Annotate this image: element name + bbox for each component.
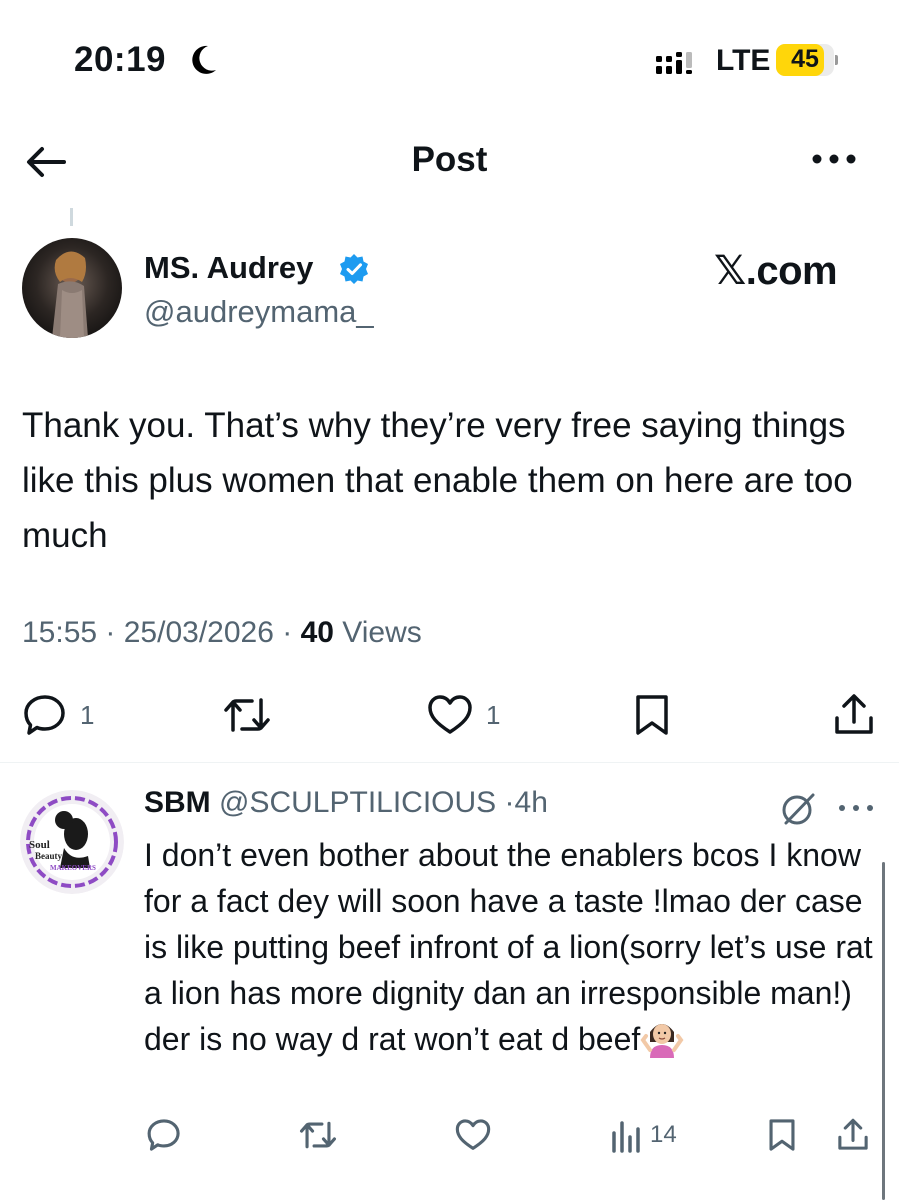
share-button[interactable]: [832, 690, 876, 740]
meta-separator: ·: [504, 786, 515, 819]
views-button[interactable]: 14: [610, 1112, 677, 1158]
x-watermark: 𝕏.com: [714, 249, 838, 293]
signal-icon: [656, 52, 692, 74]
grok-icon[interactable]: [780, 790, 818, 828]
bookmark-icon: [636, 695, 668, 735]
post-actions: 1 1: [0, 690, 899, 740]
avatar-logo-text: Soul: [29, 839, 50, 851]
status-bar: 20:19 LTE 45: [0, 0, 899, 120]
verified-badge-icon: [340, 254, 368, 284]
bookmark-button[interactable]: [632, 690, 672, 740]
reply-actions: 14: [0, 1112, 899, 1158]
views-count: 14: [650, 1121, 677, 1148]
repost-icon: [299, 1121, 336, 1149]
reply-button[interactable]: [146, 1112, 182, 1158]
status-time: 20:19: [74, 40, 167, 79]
bookmark-icon: [769, 1119, 795, 1151]
post-text: Thank you. That’s why they’re very free …: [22, 406, 853, 555]
page-title: Post: [411, 140, 488, 179]
top-header: Post: [0, 120, 899, 200]
repost-icon: [224, 698, 270, 732]
avatar-logo-text: Beauty: [35, 851, 63, 861]
like-icon: [455, 1119, 491, 1150]
battery-level: 45: [791, 45, 819, 73]
like-button[interactable]: 1: [426, 690, 500, 740]
more-icon[interactable]: [808, 144, 860, 174]
reply-icon: [24, 695, 65, 735]
more-icon[interactable]: [836, 800, 876, 816]
reply-author-handle[interactable]: @SCULPTILICIOUS: [219, 786, 505, 819]
share-icon: [838, 1118, 868, 1150]
reply-header: SBM @SCULPTILICIOUS ·4h: [144, 786, 548, 820]
reply-button[interactable]: 1: [22, 690, 94, 740]
avatar[interactable]: [22, 238, 122, 338]
reply-text: I don’t even bother about the enablers b…: [144, 832, 879, 1062]
author-name[interactable]: MS. Audrey: [144, 250, 313, 286]
like-count: 1: [486, 699, 501, 730]
views-label[interactable]: Views: [342, 616, 421, 649]
views-count[interactable]: 40: [301, 616, 334, 649]
avatar-logo-text: MAKEOVERS: [50, 864, 96, 872]
post-meta: 15:55 · 25/03/2026 · 40 Views: [22, 616, 422, 650]
reply-time[interactable]: 4h: [515, 786, 548, 819]
like-button[interactable]: [454, 1112, 492, 1158]
thread-connector: [70, 208, 73, 226]
battery-icon: 45: [776, 44, 838, 76]
share-icon: [835, 694, 873, 734]
reply-text-body: I don’t even bother about the enablers b…: [144, 837, 873, 1057]
reply-author-name[interactable]: SBM: [144, 786, 219, 819]
repost-button[interactable]: [222, 690, 272, 740]
author-handle[interactable]: @audreymama_: [144, 294, 374, 330]
scrollbar[interactable]: [882, 862, 885, 1200]
post-date[interactable]: 25/03/2026: [124, 616, 274, 649]
like-icon: [428, 695, 472, 734]
repost-button[interactable]: [298, 1112, 338, 1158]
meta-separator: ·: [105, 616, 124, 649]
post-time[interactable]: 15:55: [22, 616, 97, 649]
shrug-emoji-icon: [640, 1024, 684, 1058]
reply-icon: [147, 1119, 180, 1151]
avatar[interactable]: Soul Beauty MAKEOVERS: [20, 790, 124, 894]
share-button[interactable]: [836, 1112, 870, 1158]
divider: [0, 762, 899, 763]
reply-count: 1: [80, 699, 95, 730]
bookmark-button[interactable]: [766, 1112, 798, 1158]
moon-icon: [192, 45, 216, 74]
views-icon: [612, 1121, 640, 1153]
meta-separator: ·: [282, 616, 301, 649]
network-label: LTE: [716, 44, 771, 77]
